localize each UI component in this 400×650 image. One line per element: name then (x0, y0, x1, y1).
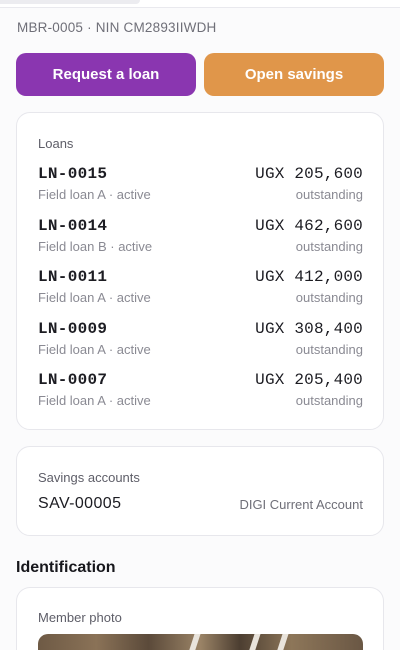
savings-account-row[interactable]: SAV-00005 DIGI Current Account (38, 495, 363, 515)
loans-card: Loans LN-0015 Field loan A · active UGX … (16, 112, 384, 430)
photo-detail (241, 634, 261, 650)
loans-card-title: Loans (38, 136, 74, 151)
loan-id: LN-0015 (38, 165, 108, 183)
loan-status: outstanding (295, 290, 363, 305)
loan-row[interactable]: LN-0009 Field loan A · active UGX 308,40… (38, 320, 363, 360)
loan-status: outstanding (295, 239, 363, 254)
loan-product: Field loan A · active (38, 187, 151, 202)
open-savings-button[interactable]: Open savings (204, 53, 384, 96)
loan-row[interactable]: LN-0014 Field loan B · active UGX 462,60… (38, 217, 363, 257)
loan-amount: UGX 308,400 (255, 320, 363, 338)
loan-id: LN-0007 (38, 371, 108, 389)
request-loan-button[interactable]: Request a loan (16, 53, 196, 96)
loan-status: outstanding (295, 187, 363, 202)
savings-card-title: Savings accounts (38, 470, 140, 485)
member-photo[interactable] (38, 634, 363, 650)
loan-row[interactable]: LN-0011 Field loan A · active UGX 412,00… (38, 268, 363, 308)
loan-amount: UGX 205,600 (255, 165, 363, 183)
photo-detail (269, 634, 289, 650)
header-tab-edge (0, 0, 140, 4)
header-edge (0, 0, 400, 8)
loan-row[interactable]: LN-0007 Field loan A · active UGX 205,40… (38, 371, 363, 411)
loan-id: LN-0011 (38, 268, 108, 286)
member-photo-card: Member photo (16, 587, 384, 650)
identification-heading: Identification (16, 559, 116, 576)
savings-account-id: SAV-00005 (38, 495, 122, 512)
loan-status: outstanding (295, 393, 363, 408)
loan-amount: UGX 462,600 (255, 217, 363, 235)
loan-status: outstanding (295, 342, 363, 357)
loan-product: Field loan B · active (38, 239, 153, 254)
loan-amount: UGX 205,400 (255, 371, 363, 389)
loan-row[interactable]: LN-0015 Field loan A · active UGX 205,60… (38, 165, 363, 205)
loan-product: Field loan A · active (38, 393, 151, 408)
member-id-line: MBR-0005 · NIN CM2893IIWDH (17, 20, 217, 35)
photo-detail (181, 634, 201, 650)
loan-id: LN-0014 (38, 217, 108, 235)
savings-account-type: DIGI Current Account (239, 497, 363, 512)
member-detail-screen: MBR-0005 · NIN CM2893IIWDH Request a loa… (0, 0, 400, 650)
loan-id: LN-0009 (38, 320, 108, 338)
loan-product: Field loan A · active (38, 342, 151, 357)
loan-product: Field loan A · active (38, 290, 151, 305)
loan-amount: UGX 412,000 (255, 268, 363, 286)
member-photo-title: Member photo (38, 610, 122, 625)
savings-card: Savings accounts SAV-00005 DIGI Current … (16, 446, 384, 536)
